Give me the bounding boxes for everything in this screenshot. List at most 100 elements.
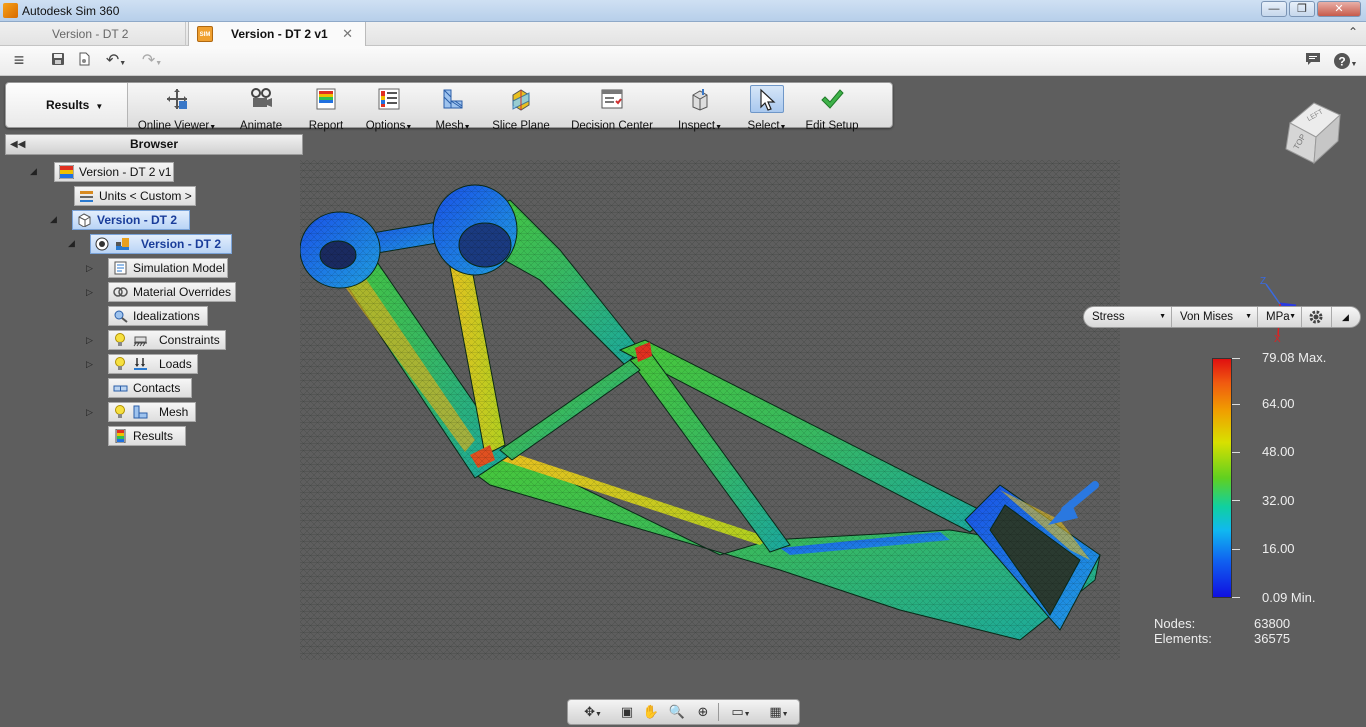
comment-icon[interactable] bbox=[1304, 52, 1322, 70]
nodes-value: 63800 bbox=[1254, 616, 1291, 631]
stress-contour-part bbox=[300, 160, 1120, 660]
browser-header[interactable]: ◀◀ Browser bbox=[5, 134, 303, 155]
expand-triangle-icon[interactable]: ▷ bbox=[86, 287, 93, 298]
result-component-value: Von Mises bbox=[1180, 311, 1234, 323]
report-button[interactable]: Report bbox=[300, 85, 352, 132]
options-button[interactable]: Options▼ bbox=[362, 85, 416, 132]
viewcube[interactable]: LEFT TOP bbox=[1280, 93, 1342, 165]
decision-center-button[interactable]: Decision Center bbox=[568, 85, 656, 132]
mesh-button[interactable]: Mesh▼ bbox=[432, 85, 474, 132]
tool-label: Report bbox=[308, 120, 344, 132]
study-node[interactable]: Version - DT 2 bbox=[90, 234, 232, 254]
online-viewer-button[interactable]: Online Viewer▼ bbox=[136, 85, 218, 132]
mesh-node[interactable]: Mesh bbox=[108, 402, 196, 422]
autodesk-logo-icon bbox=[3, 3, 18, 18]
node-label: Results bbox=[133, 429, 174, 443]
document-tab-bar: Version - DT 2 SIM Version - DT 2 v1 ✕ ⌃ bbox=[0, 22, 1366, 46]
browser-root-node[interactable]: Version - DT 2 v1 bbox=[54, 162, 174, 182]
inspect-button[interactable]: Inspect▼ bbox=[672, 85, 728, 132]
legend-tick bbox=[1232, 358, 1240, 359]
tool-label: Slice Plane bbox=[492, 120, 550, 132]
expand-triangle-icon[interactable]: ▷ bbox=[86, 407, 93, 418]
legend-tick-label: 32.00 bbox=[1262, 493, 1295, 508]
loads-node[interactable]: Loads bbox=[108, 354, 198, 374]
tab-version-dt2[interactable]: Version - DT 2 bbox=[0, 22, 186, 46]
menu-icon[interactable]: ≡ bbox=[10, 51, 28, 70]
contacts-icon bbox=[113, 385, 128, 392]
zoom-icon[interactable]: 🔍 bbox=[666, 703, 688, 721]
node-label: Mesh bbox=[159, 405, 189, 419]
display-settings-icon[interactable]: ▭▼ bbox=[726, 703, 756, 721]
simulation-model-node[interactable]: Simulation Model bbox=[108, 258, 228, 278]
tab-label: Version - DT 2 bbox=[52, 27, 129, 41]
collapse-triangle-icon[interactable]: ◢ bbox=[68, 238, 75, 249]
expand-legend-icon[interactable]: ◢ bbox=[1332, 307, 1360, 327]
undo-icon[interactable]: ↶▼ bbox=[102, 52, 130, 70]
legend-settings-button[interactable] bbox=[1302, 307, 1332, 327]
result-type-value: Stress bbox=[1092, 311, 1125, 323]
x-axis-label: X bbox=[1274, 334, 1281, 342]
window-title: Autodesk Sim 360 bbox=[22, 4, 120, 18]
document-icon[interactable] bbox=[76, 52, 92, 70]
tab-close-icon[interactable]: ✕ bbox=[342, 22, 353, 46]
units-node[interactable]: Units < Custom > bbox=[74, 186, 196, 206]
results-node[interactable]: Results bbox=[108, 426, 186, 446]
legend-tick-label: 16.00 bbox=[1262, 541, 1295, 556]
result-type-dropdown[interactable]: Stress ▼ bbox=[1084, 307, 1172, 327]
collapse-browser-icon[interactable]: ◀◀ bbox=[10, 135, 25, 154]
look-at-icon[interactable]: ▣ bbox=[616, 703, 638, 721]
report-icon bbox=[316, 88, 336, 110]
units-dropdown[interactable]: MPa ▼ bbox=[1258, 307, 1302, 327]
elements-label: Elements: bbox=[1154, 631, 1212, 646]
results-version-icon bbox=[59, 165, 74, 179]
expand-triangle-icon[interactable]: ▷ bbox=[86, 335, 93, 346]
expand-triangle-icon[interactable]: ▷ bbox=[86, 359, 93, 370]
tool-label: Edit Setup bbox=[805, 120, 859, 132]
expand-triangle-icon[interactable]: ▷ bbox=[86, 263, 93, 274]
animate-icon bbox=[251, 88, 272, 107]
result-component-dropdown[interactable]: Von Mises ▼ bbox=[1172, 307, 1258, 327]
redo-icon[interactable]: ↷▼ bbox=[138, 52, 166, 70]
slice-plane-button[interactable]: Slice Plane bbox=[490, 85, 552, 132]
node-label: Version - DT 2 bbox=[141, 237, 222, 251]
lightbulb-icon bbox=[115, 405, 125, 418]
orbit-icon[interactable]: ✥▼ bbox=[578, 703, 608, 721]
design-node[interactable]: Version - DT 2 bbox=[72, 210, 190, 230]
grid-settings-icon[interactable]: ▦▼ bbox=[764, 703, 794, 721]
workspace-switcher[interactable]: Results ▼ bbox=[6, 83, 128, 127]
material-overrides-node[interactable]: Material Overrides bbox=[108, 282, 236, 302]
contacts-node[interactable]: Contacts bbox=[108, 378, 192, 398]
component-icon bbox=[78, 213, 91, 227]
legend-tick bbox=[1232, 452, 1240, 453]
simulation-model-icon bbox=[114, 261, 127, 275]
material-icon bbox=[113, 287, 128, 297]
minimize-button[interactable]: — bbox=[1261, 1, 1287, 17]
save-icon[interactable] bbox=[50, 52, 66, 70]
chevron-down-icon: ▼ bbox=[1289, 313, 1296, 320]
close-button[interactable]: ✕ bbox=[1317, 1, 1361, 17]
workspace-label: Results bbox=[46, 98, 90, 112]
animate-button[interactable]: Animate bbox=[230, 85, 292, 132]
options-icon bbox=[378, 88, 400, 110]
idealizations-icon bbox=[114, 310, 128, 323]
tab-version-dt2-v1[interactable]: SIM Version - DT 2 v1 ✕ bbox=[188, 22, 366, 46]
model-viewport[interactable] bbox=[300, 160, 1120, 660]
collapse-triangle-icon[interactable]: ◢ bbox=[50, 214, 57, 225]
help-icon[interactable]: ? ▼ bbox=[1330, 52, 1360, 70]
ribbon-toolbar: Results ▼ Online Viewer▼ Animate Report O… bbox=[5, 82, 893, 132]
legend-tick bbox=[1232, 500, 1240, 501]
app-window: Autodesk Sim 360 — ❐ ✕ Version - DT 2 SI… bbox=[0, 0, 1366, 727]
idealizations-node[interactable]: Idealizations bbox=[108, 306, 208, 326]
constraints-node[interactable]: Constraints bbox=[108, 330, 226, 350]
z-axis-label: Z bbox=[1260, 276, 1266, 287]
zoom-window-icon[interactable]: ⊕ bbox=[692, 703, 714, 721]
collapse-triangle-icon[interactable]: ◢ bbox=[30, 166, 37, 177]
legend-tick-label: 48.00 bbox=[1262, 444, 1295, 459]
legend-tick bbox=[1232, 549, 1240, 550]
edit-setup-button[interactable]: Edit Setup bbox=[802, 85, 862, 132]
chevron-up-icon[interactable]: ⌃ bbox=[1348, 25, 1358, 39]
active-radio-icon bbox=[95, 237, 109, 251]
select-button[interactable]: Select▼ bbox=[742, 85, 792, 132]
maximize-button[interactable]: ❐ bbox=[1289, 1, 1315, 17]
pan-icon[interactable]: ✋ bbox=[640, 703, 662, 721]
